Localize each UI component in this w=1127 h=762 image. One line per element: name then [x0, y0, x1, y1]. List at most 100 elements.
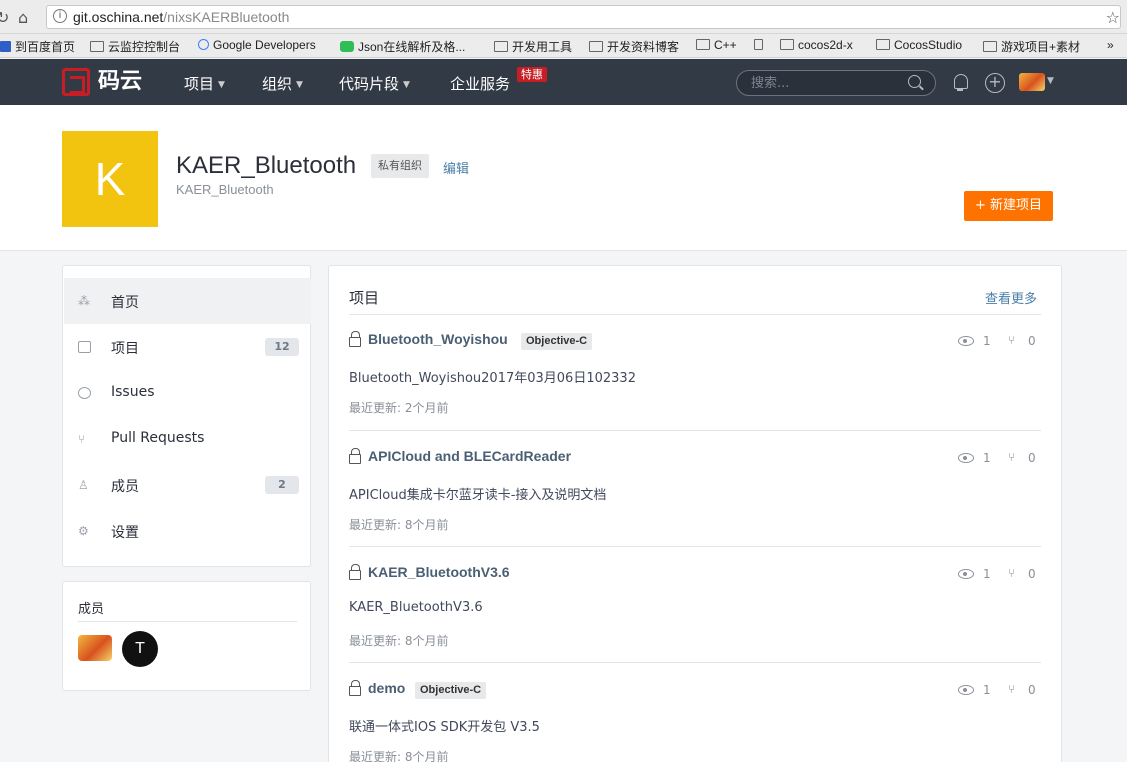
- divider: [78, 621, 297, 622]
- fork-icon: ⑂: [1008, 333, 1016, 347]
- project-description: 联通一体式IOS SDK开发包 V3.5: [349, 720, 540, 735]
- sidebar-item-settings[interactable]: ⚙ 设置: [64, 508, 311, 554]
- fork-icon: ⑂: [1008, 566, 1016, 580]
- promo-badge: 特惠: [517, 67, 547, 82]
- gear-icon: ⚙: [78, 524, 89, 538]
- eye-icon: [958, 569, 974, 579]
- org-name: KAER_Bluetooth: [176, 152, 357, 179]
- watch-count[interactable]: 1: [983, 567, 991, 581]
- fork-count[interactable]: 0: [1028, 334, 1036, 348]
- url-text[interactable]: git.oschina.net/nixsKAERBluetooth: [73, 9, 289, 25]
- language-badge: Objective-C: [415, 682, 487, 699]
- logo-mark-icon: [62, 68, 90, 96]
- project-updated: 最近更新: 8个月前: [349, 634, 449, 648]
- bookmarks-overflow[interactable]: »: [1107, 38, 1114, 52]
- sidebar-item-pull-requests[interactable]: ⑂ Pull Requests: [64, 416, 311, 462]
- issue-icon: [78, 387, 91, 399]
- plus-icon[interactable]: +: [985, 73, 1005, 93]
- bookmark-item[interactable]: Google Developers: [198, 38, 316, 52]
- count-badge: 2: [265, 476, 299, 494]
- sidebar-item-members[interactable]: ♙ 成员 2: [64, 462, 311, 508]
- folder-icon: [696, 39, 710, 50]
- project-name-link[interactable]: demo: [368, 680, 405, 696]
- bookmark-folder[interactable]: 开发资料博客: [589, 38, 679, 55]
- search-icon[interactable]: [908, 75, 921, 88]
- org-tree-icon: ⁂: [78, 294, 90, 308]
- fork-count[interactable]: 0: [1028, 451, 1036, 465]
- watch-count[interactable]: 1: [983, 683, 991, 697]
- project-description: Bluetooth_Woyishou2017年03月06日102332: [349, 371, 636, 386]
- private-org-badge: 私有组织: [371, 154, 429, 178]
- folder-icon: [876, 39, 890, 50]
- bookmark-folder[interactable]: CocosStudio: [876, 38, 962, 52]
- org-header: [0, 105, 1127, 251]
- bookmark-item[interactable]: Json在线解析及格...: [340, 38, 465, 55]
- bookmark-folder[interactable]: C++: [696, 38, 737, 52]
- new-project-button[interactable]: + 新建项目: [964, 191, 1053, 221]
- fork-icon: ⑂: [1008, 682, 1016, 696]
- project-description: APICloud集成卡尔蓝牙读卡-接入及说明文档: [349, 488, 607, 503]
- bookmark-item[interactable]: 到百度首页: [0, 38, 75, 55]
- fork-count[interactable]: 0: [1028, 683, 1036, 697]
- browser-toolbar: ↻ ⌂ i git.oschina.net/nixsKAERBluetooth …: [0, 0, 1127, 34]
- org-avatar: K: [62, 131, 158, 227]
- sidebar-item-label: Pull Requests: [111, 430, 205, 446]
- sidebar-menu: ⁂ 首页 项目 12 Issues ⑂ Pull Requests ♙ 成员 2…: [62, 265, 311, 567]
- nav-orgs[interactable]: 组织 ▼: [262, 73, 303, 94]
- bookmark-item[interactable]: 云监控控制台: [90, 38, 180, 55]
- search-input[interactable]: [751, 75, 901, 91]
- watch-count[interactable]: 1: [983, 334, 991, 348]
- bookmark-folder[interactable]: cocos2d-x: [780, 38, 853, 52]
- fork-icon: ⑂: [1008, 450, 1016, 464]
- project-row: APICloud and BLECardReader APICloud集成卡尔蓝…: [349, 441, 1041, 557]
- reload-icon[interactable]: ↻: [0, 8, 9, 27]
- bookmark-star-icon[interactable]: ☆: [1106, 8, 1120, 27]
- folder-icon: [983, 41, 997, 52]
- bookmarks-bar: 到百度首页 云监控控制台 Google Developers Json在线解析及…: [0, 34, 1127, 58]
- view-more-link[interactable]: 查看更多: [985, 288, 1037, 307]
- member-avatar[interactable]: [78, 635, 112, 661]
- project-updated: 最近更新: 2个月前: [349, 401, 449, 415]
- fork-count[interactable]: 0: [1028, 567, 1036, 581]
- nav-projects[interactable]: 项目 ▼: [184, 73, 225, 94]
- project-name-link[interactable]: Bluetooth_Woyishou: [368, 331, 508, 347]
- bookmark-folder[interactable]: 开发用工具: [494, 38, 572, 55]
- user-avatar[interactable]: [1019, 73, 1045, 91]
- info-icon[interactable]: i: [53, 9, 67, 23]
- sidebar-item-home[interactable]: ⁂ 首页: [64, 278, 311, 324]
- nav-snippets[interactable]: 代码片段 ▼: [339, 73, 410, 94]
- google-icon: [198, 39, 209, 50]
- caret-down-icon[interactable]: ▼: [1047, 76, 1054, 86]
- address-bar[interactable]: i git.oschina.net/nixsKAERBluetooth ☆: [46, 5, 1121, 29]
- project-name-link[interactable]: KAER_BluetoothV3.6: [368, 564, 510, 580]
- sidebar-item-issues[interactable]: Issues: [64, 370, 311, 416]
- caret-down-icon: ▼: [403, 80, 410, 90]
- home-icon[interactable]: ⌂: [18, 8, 28, 27]
- project-name-link[interactable]: APICloud and BLECardReader: [368, 448, 571, 464]
- member-avatar[interactable]: T: [122, 631, 158, 667]
- bell-icon[interactable]: [951, 73, 969, 91]
- project-updated: 最近更新: 8个月前: [349, 750, 449, 762]
- eye-icon: [958, 685, 974, 695]
- search-box[interactable]: [736, 70, 936, 96]
- sidebar-item-label: Issues: [111, 384, 155, 400]
- repo-icon: [78, 341, 91, 353]
- caret-down-icon: ▼: [218, 80, 225, 90]
- folder-icon: [494, 41, 508, 52]
- lock-icon: [349, 448, 361, 464]
- nav-enterprise[interactable]: 企业服务: [450, 73, 510, 94]
- watch-count[interactable]: 1: [983, 451, 991, 465]
- bookmark-item[interactable]: [754, 38, 767, 52]
- sidebar-item-label: 首页: [111, 295, 139, 311]
- sidebar-item-label: 成员: [111, 479, 139, 495]
- cloud-monitor-icon: [90, 41, 104, 52]
- lock-icon: [349, 564, 361, 580]
- lock-icon: [349, 680, 361, 696]
- divider: [349, 662, 1041, 663]
- caret-down-icon: ▼: [296, 80, 303, 90]
- edit-link[interactable]: 编辑: [443, 158, 469, 177]
- pull-request-icon: ⑂: [78, 432, 86, 446]
- eye-icon: [958, 336, 974, 346]
- sidebar-item-projects[interactable]: 项目 12: [64, 324, 311, 370]
- bookmark-folder[interactable]: 游戏项目+素材: [983, 38, 1080, 55]
